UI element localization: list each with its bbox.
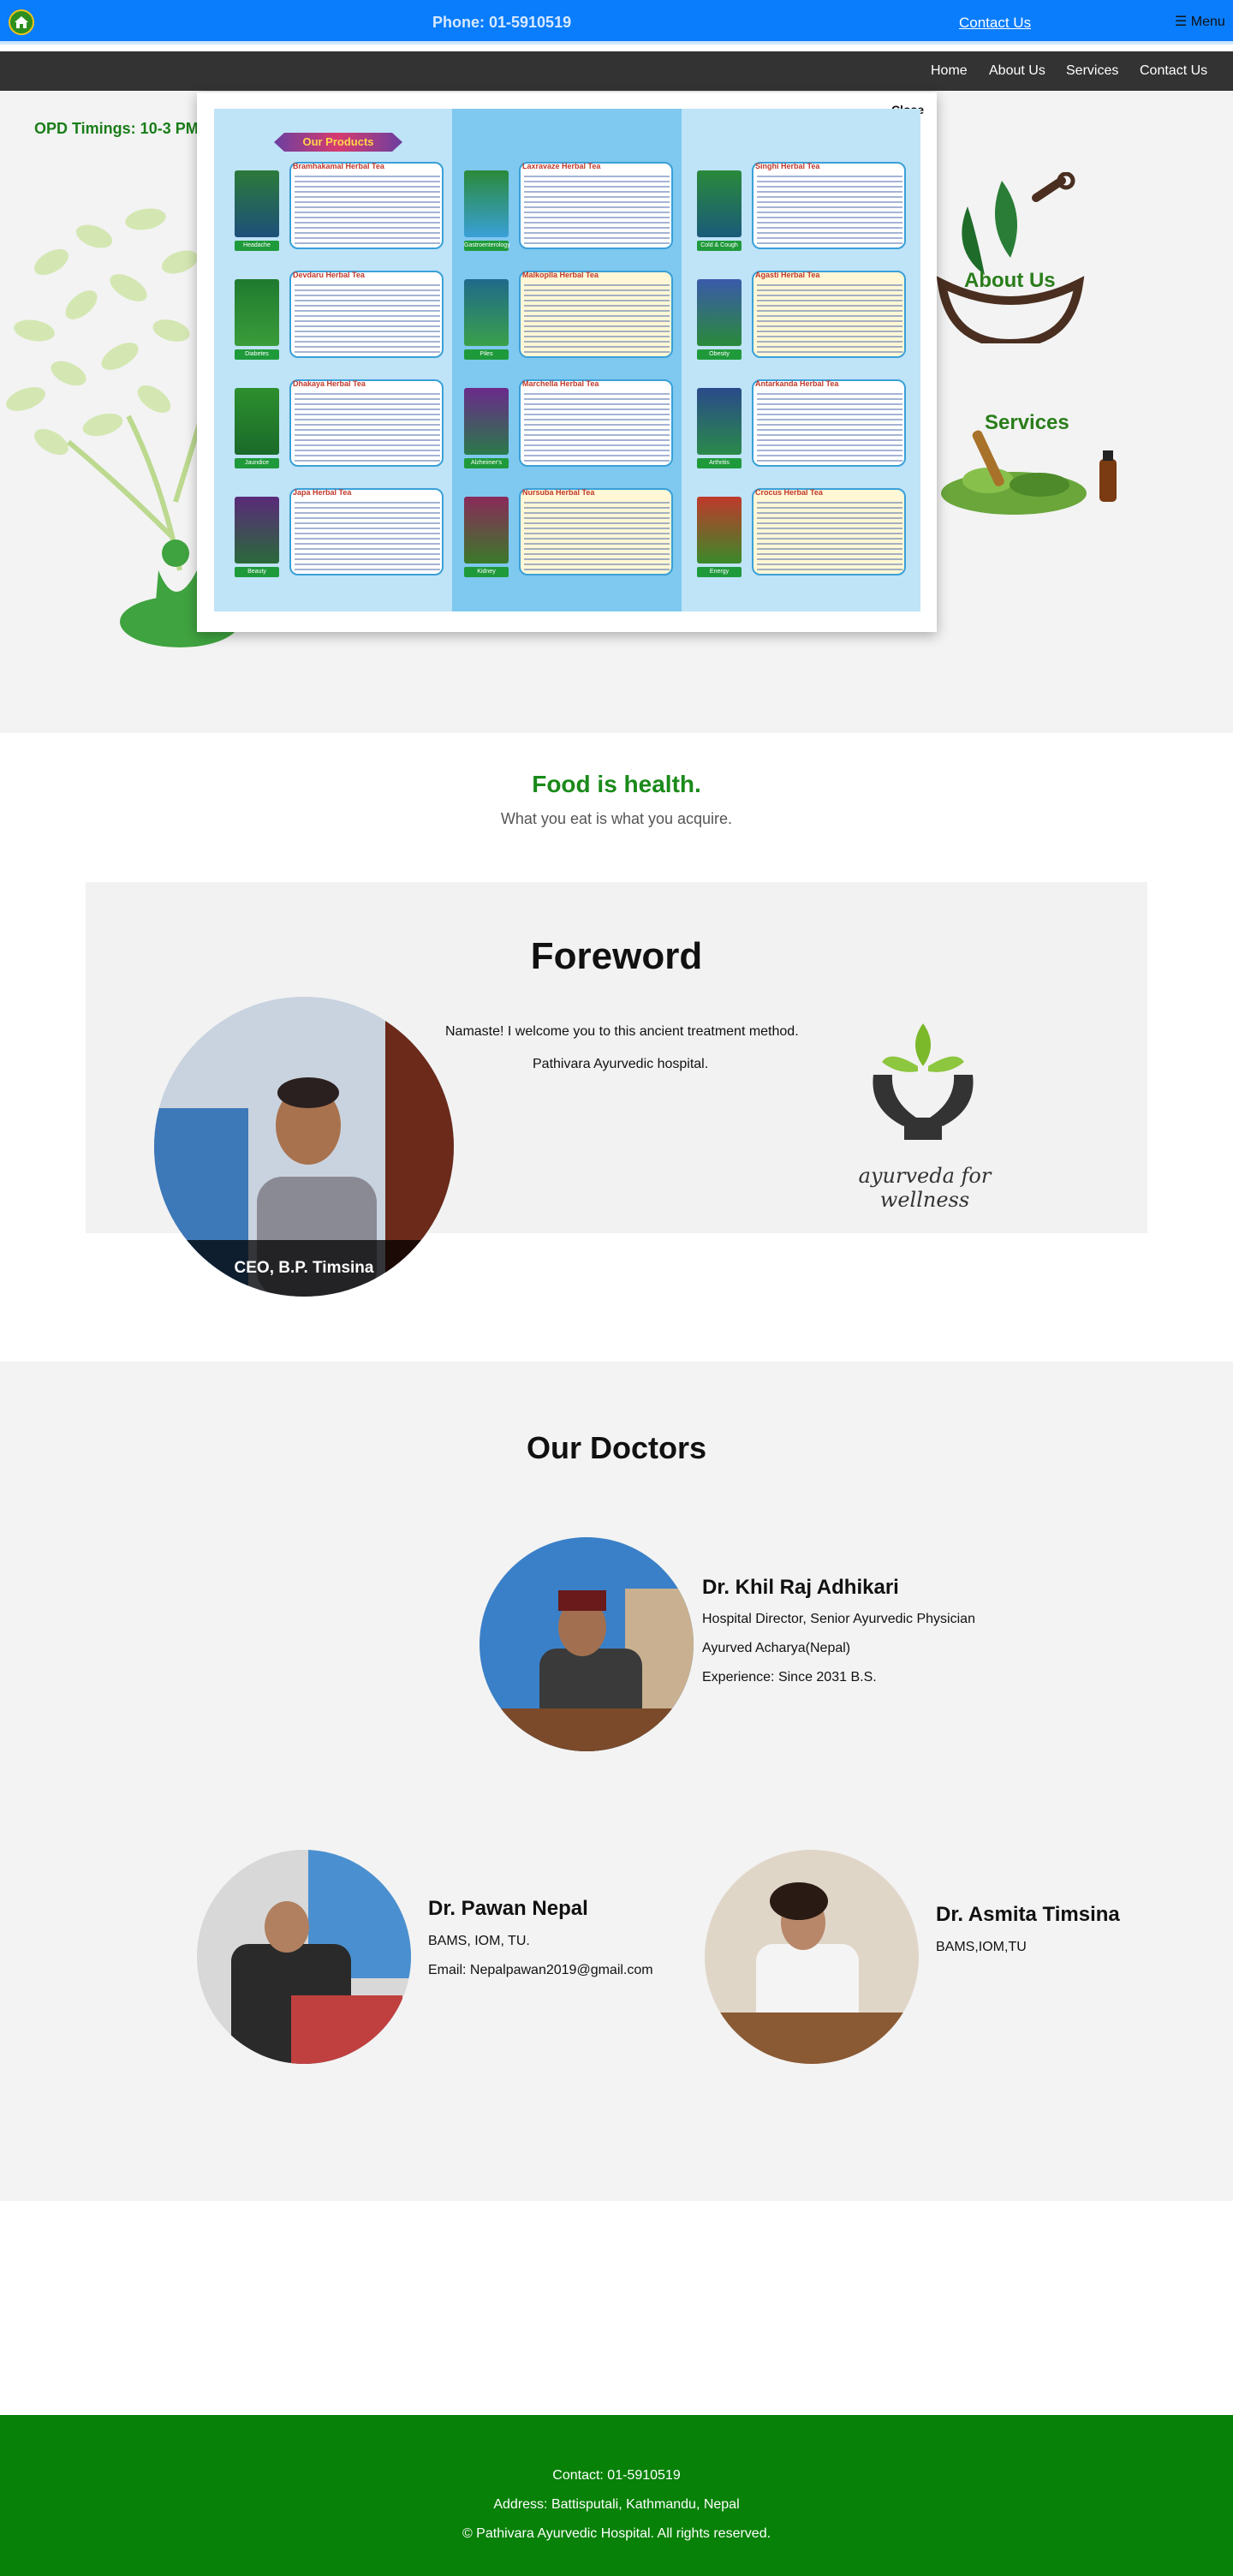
product-card: Devdaru Herbal Tea Diabetes: [231, 267, 445, 363]
home-button[interactable]: [9, 9, 34, 35]
food-title: Food is health.: [532, 771, 701, 797]
ceo-caption: CEO, B.P. Timsina: [154, 1240, 454, 1297]
nav-item-contact-us[interactable]: Contact Us: [1140, 63, 1207, 79]
top-bar: Phone: 01-5910519 Contact Us ☰ Menu: [0, 0, 1233, 45]
doctor-name: Dr. Khil Raj Adhikari: [702, 1576, 899, 1599]
food-is-health-section: Food is health. What you eat is what you…: [0, 771, 1233, 828]
contact-us-link[interactable]: Contact Us: [959, 15, 1031, 32]
product-card: Dhakaya Herbal Tea Jaundice: [231, 376, 445, 472]
nav-item-services[interactable]: Services: [1066, 63, 1118, 79]
doctor-detail: Ayurved Acharya(Nepal): [702, 1641, 851, 1655]
footer: Contact: 01-5910519 Address: Battisputal…: [0, 2415, 1233, 2576]
doctor-photo: [480, 1537, 694, 1751]
doctor-detail: BAMS, IOM, TU.: [428, 1934, 530, 1948]
doctor-name: Dr. Pawan Nepal: [428, 1897, 588, 1920]
product-card: Bramhakamal Herbal Tea Headache: [231, 158, 445, 254]
phone-number: Phone: 01-5910519: [432, 14, 572, 31]
doctor-photo: [197, 1850, 411, 2064]
poster-title: Our Products: [274, 133, 402, 152]
doctor-portrait-image: [705, 1850, 919, 2064]
foreword-welcome-text: Namaste! I welcome you to this ancient t…: [445, 1024, 799, 1039]
doctor-email: Email: Nepalpawan2019@gmail.com: [428, 1963, 653, 1977]
nav-item-home[interactable]: Home: [931, 63, 968, 79]
foreword-hospital-text: Pathivara Ayurvedic hospital.: [533, 1057, 709, 1071]
doctor-portrait-image: [197, 1850, 411, 2064]
doctor-detail: Experience: Since 2031 B.S.: [702, 1670, 877, 1685]
product-card: Crocus Herbal Tea Energy: [694, 485, 908, 581]
wellness-logo-text: ayurveda for wellness: [858, 1164, 992, 1212]
our-doctors-section: Our Doctors Dr. Khil Raj Adhikari Hospit…: [0, 1362, 1233, 2201]
opd-timings: OPD Timings: 10-3 PM: [34, 120, 199, 137]
doctor-portrait-image: [480, 1537, 694, 1751]
product-card: Agasti Herbal Tea Obesity: [694, 267, 908, 363]
foreword-title: Foreword: [530, 935, 703, 977]
services-label[interactable]: Services: [985, 411, 1069, 435]
product-card: Malkoplla Herbal Tea Piles: [461, 267, 675, 363]
doctor-photo: [705, 1850, 919, 2064]
footer-contact: Contact: 01-5910519: [552, 2468, 681, 2483]
footer-copyright: © Pathivara Ayurvedic Hospital. All righ…: [462, 2526, 771, 2541]
product-card: Japa Herbal Tea Beauty: [231, 485, 445, 581]
product-card: Antarkanda Herbal Tea Arthritis: [694, 376, 908, 472]
home-icon: [15, 16, 28, 28]
doctor-name: Dr. Asmita Timsina: [936, 1903, 1120, 1926]
about-us-label[interactable]: About Us: [964, 269, 1056, 293]
doctors-title: Our Doctors: [526, 1430, 707, 1465]
ayurveda-wellness-logo: ayurveda for wellness: [822, 1015, 1028, 1212]
about-us-mortar-icon: [936, 172, 1085, 343]
menu-button[interactable]: ☰ Menu: [1175, 13, 1225, 30]
products-poster: Our Products Bramhakamal Herbal Tea Head…: [214, 109, 920, 611]
hands-leaves-icon: [873, 1023, 974, 1140]
product-card: Nursuba Herbal Tea Kidney: [461, 485, 675, 581]
footer-address: Address: Battisputali, Kathmandu, Nepal: [493, 2497, 740, 2512]
product-card: Laxravaze Herbal Tea Gastroenterology: [461, 158, 675, 254]
doctor-detail: Hospital Director, Senior Ayurvedic Phys…: [702, 1612, 975, 1626]
product-card: Singhi Herbal Tea Cold & Cough: [694, 158, 908, 254]
doctor-detail: BAMS,IOM,TU: [936, 1940, 1027, 1954]
food-subtitle: What you eat is what you acquire.: [500, 810, 733, 827]
ceo-photo: CEO, B.P. Timsina: [154, 997, 454, 1297]
nav-item-about-us[interactable]: About Us: [989, 63, 1045, 79]
product-card: Marchella Herbal Tea Alzheimer's: [461, 376, 675, 472]
main-navbar: Home About Us Services Contact Us: [0, 51, 1233, 91]
